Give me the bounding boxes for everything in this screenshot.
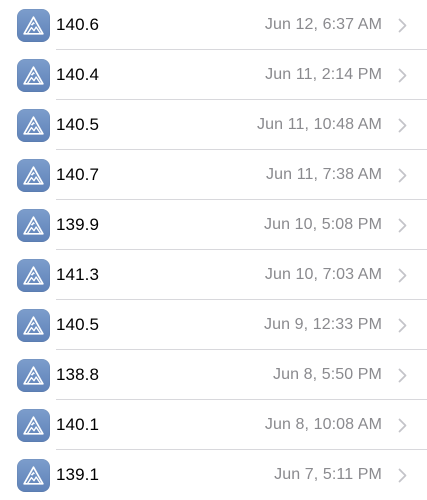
list-item[interactable]: 140.7 Jun 11, 7:38 AM	[0, 150, 427, 200]
list-item[interactable]: 140.6 Jun 12, 6:37 AM	[0, 0, 427, 50]
mountain-app-icon	[17, 408, 50, 442]
entry-datetime: Jun 8, 5:50 PM	[272, 366, 382, 383]
entry-datetime: Jun 11, 7:38 AM	[266, 166, 382, 183]
mountain-app-icon	[17, 108, 50, 142]
entry-value: 140.6	[56, 15, 100, 34]
list-item[interactable]: 139.1 Jun 7, 5:11 PM	[0, 450, 427, 500]
list-item[interactable]: 141.3 Jun 10, 7:03 AM	[0, 250, 427, 300]
mountain-app-icon	[17, 358, 50, 392]
mountain-app-icon	[17, 258, 50, 292]
mountain-app-icon	[17, 208, 50, 242]
list-item[interactable]: 138.8 Jun 8, 5:50 PM	[0, 350, 427, 400]
entry-value: 140.1	[56, 415, 100, 434]
entry-value: 140.4	[56, 65, 100, 84]
chevron-right-icon	[396, 17, 408, 33]
entry-datetime: Jun 11, 2:14 PM	[265, 66, 382, 83]
chevron-right-icon	[396, 217, 408, 233]
chevron-right-icon	[396, 167, 408, 183]
mountain-app-icon	[17, 158, 50, 192]
entry-value: 139.9	[56, 215, 100, 234]
entry-datetime: Jun 11, 10:48 AM	[257, 116, 382, 133]
entry-datetime: Jun 10, 7:03 AM	[264, 266, 382, 283]
entry-value: 141.3	[56, 265, 100, 284]
entry-datetime: Jun 9, 12:33 PM	[263, 316, 382, 333]
entry-value: 140.5	[56, 315, 100, 334]
mountain-app-icon	[17, 8, 50, 42]
entry-datetime: Jun 10, 5:08 PM	[263, 216, 382, 233]
chevron-right-icon	[396, 267, 408, 283]
entry-datetime: Jun 7, 5:11 PM	[274, 466, 382, 483]
mountain-app-icon	[17, 308, 50, 342]
mountain-app-icon	[17, 58, 50, 92]
entries-list: 140.6 Jun 12, 6:37 AM 140.4 Jun 11, 2:14…	[0, 0, 427, 500]
list-item[interactable]: 140.4 Jun 11, 2:14 PM	[0, 50, 427, 100]
entry-value: 140.7	[56, 165, 100, 184]
entry-datetime: Jun 12, 6:37 AM	[264, 16, 382, 33]
chevron-right-icon	[396, 417, 408, 433]
list-item[interactable]: 139.9 Jun 10, 5:08 PM	[0, 200, 427, 250]
list-item[interactable]: 140.5 Jun 9, 12:33 PM	[0, 300, 427, 350]
entry-value: 138.8	[56, 365, 100, 384]
list-item[interactable]: 140.5 Jun 11, 10:48 AM	[0, 100, 427, 150]
entry-datetime: Jun 8, 10:08 AM	[264, 416, 382, 433]
chevron-right-icon	[396, 117, 408, 133]
chevron-right-icon	[396, 317, 408, 333]
chevron-right-icon	[396, 467, 408, 483]
chevron-right-icon	[396, 367, 408, 383]
mountain-app-icon	[17, 458, 50, 492]
list-item[interactable]: 140.1 Jun 8, 10:08 AM	[0, 400, 427, 450]
chevron-right-icon	[396, 67, 408, 83]
entry-value: 140.5	[56, 115, 100, 134]
entry-value: 139.1	[56, 465, 100, 484]
